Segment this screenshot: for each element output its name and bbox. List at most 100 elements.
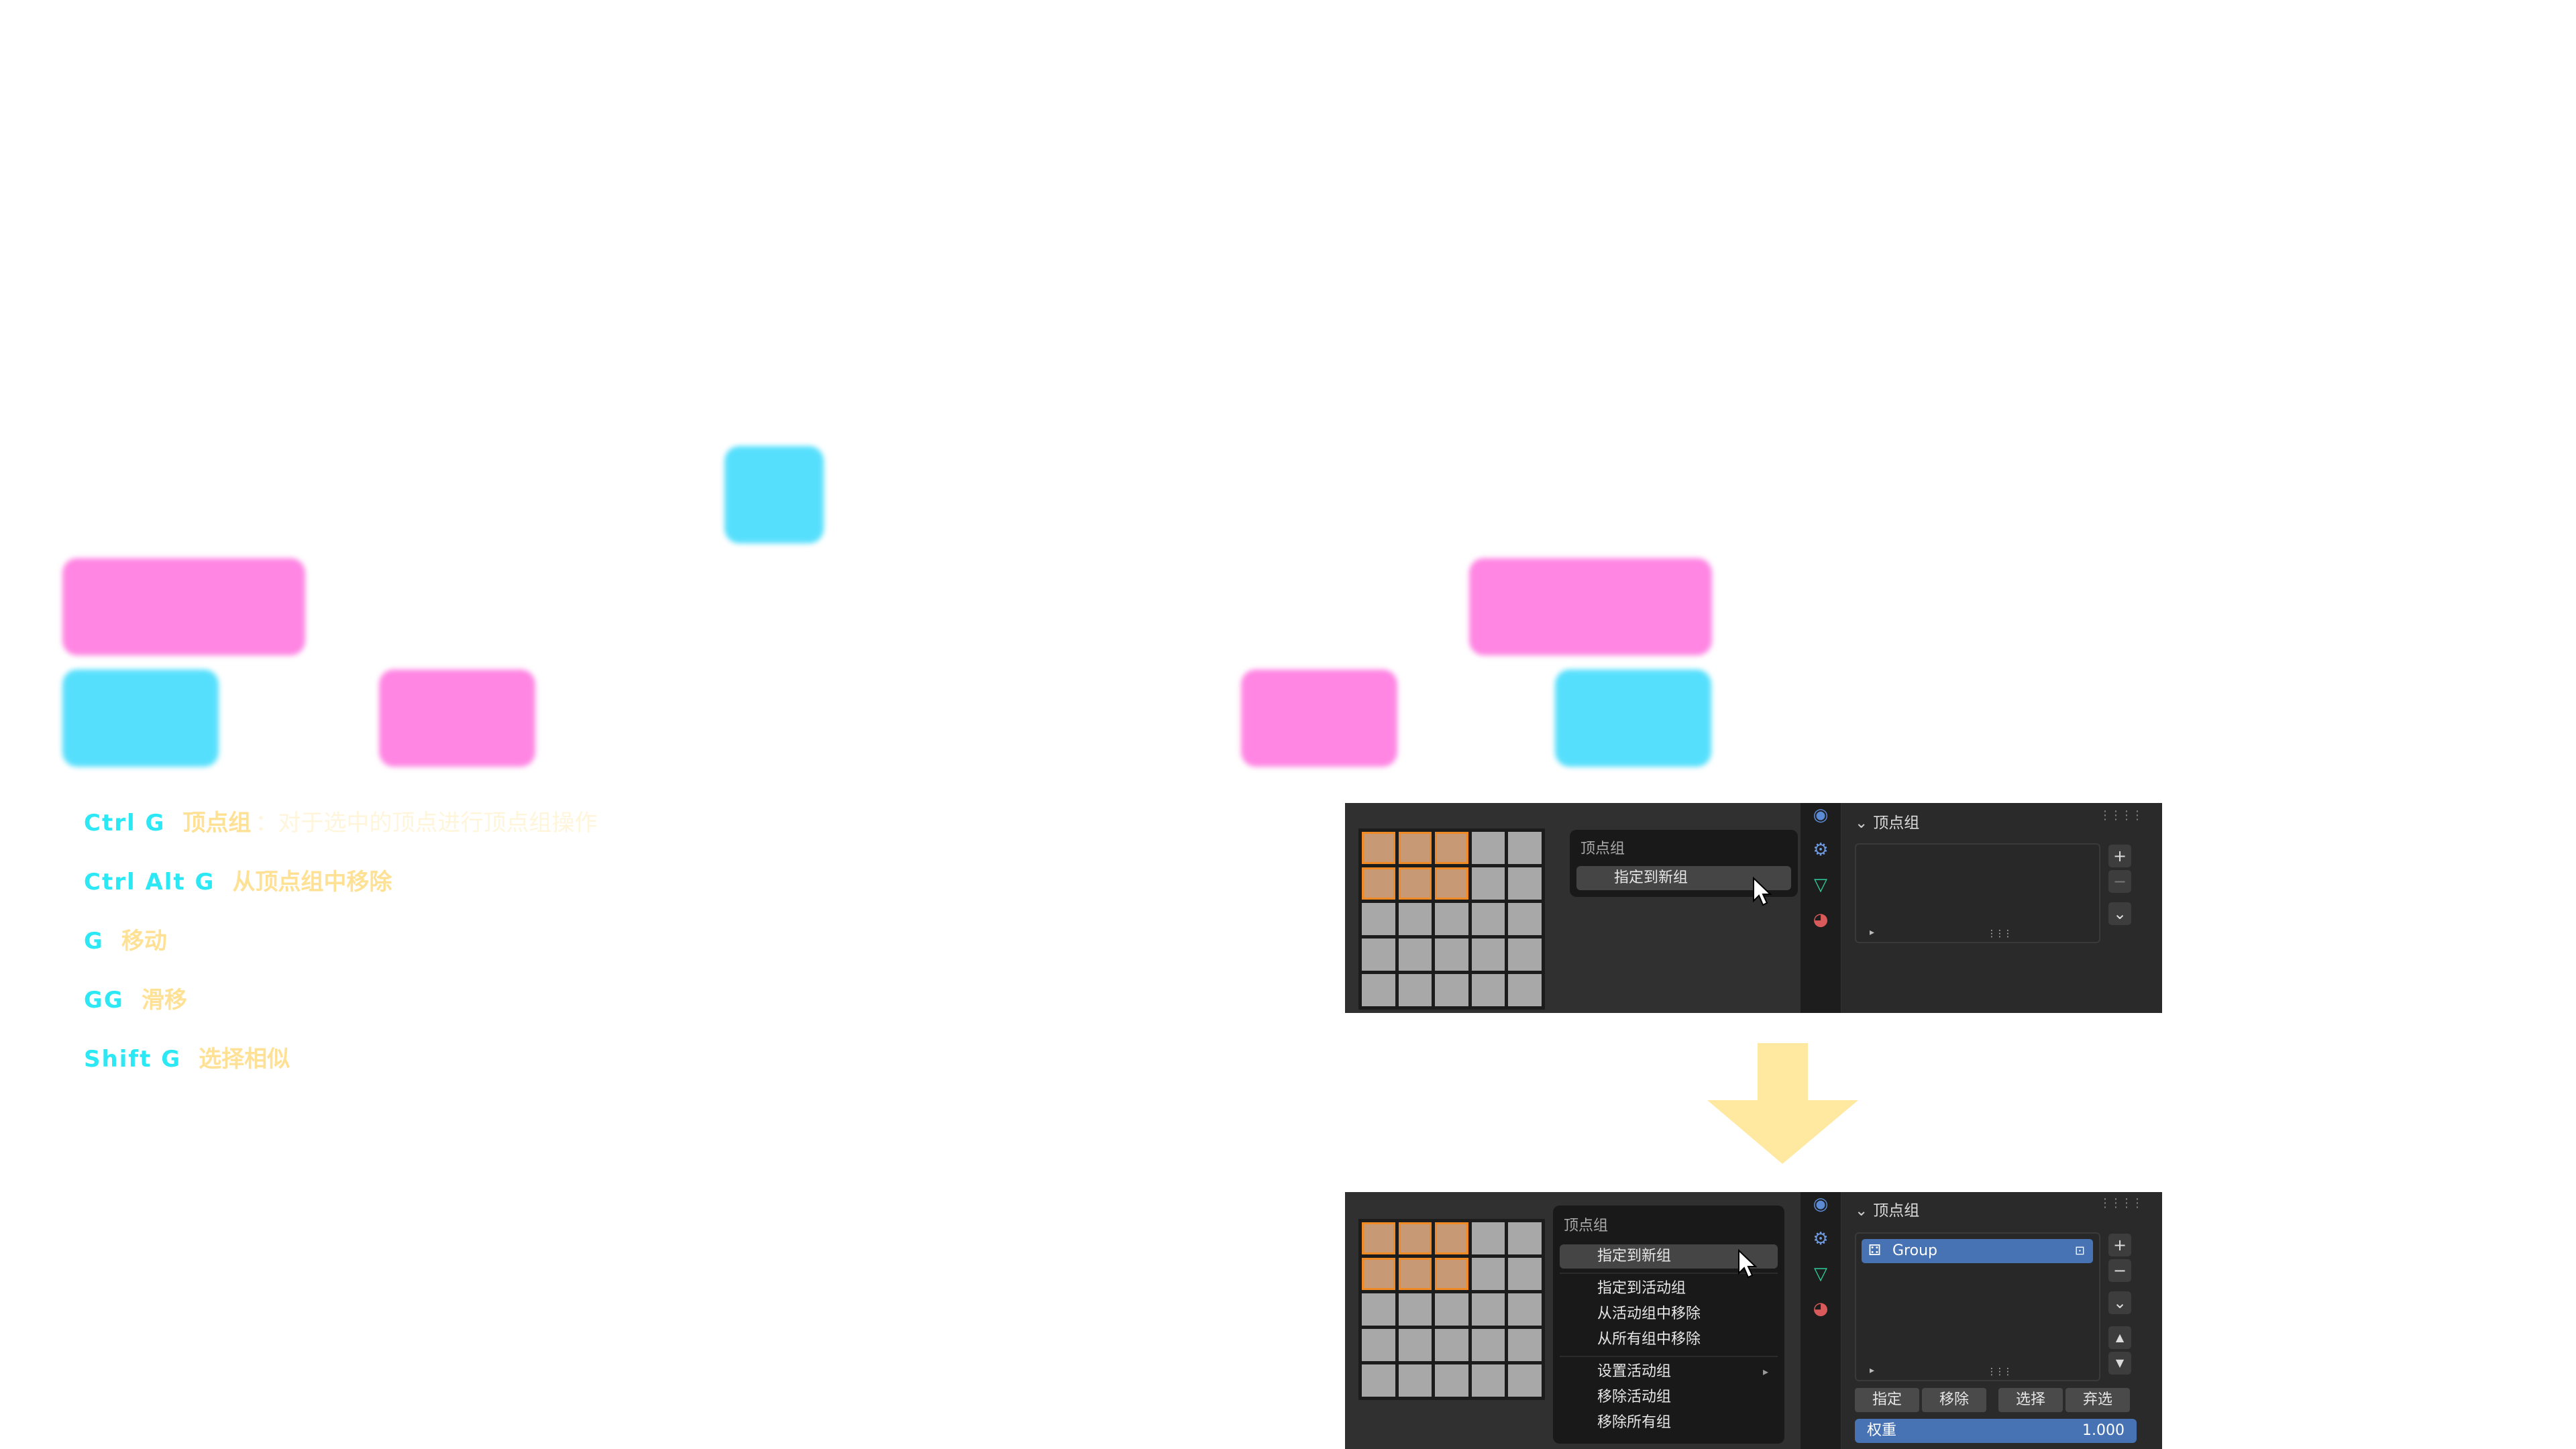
mesh-face[interactable] xyxy=(1471,1329,1505,1361)
object-tab-icon[interactable]: ◉ xyxy=(1809,803,1833,827)
mesh-face[interactable] xyxy=(1435,938,1468,971)
mesh-face[interactable] xyxy=(1471,832,1505,864)
vertex-group-list[interactable]: ⚃ Group ⊡ ▸ ⋮⋮⋮ xyxy=(1855,1232,2100,1381)
deselect-button[interactable]: 弃选 xyxy=(2065,1388,2130,1412)
mesh-face[interactable] xyxy=(1362,1364,1395,1397)
mesh-face[interactable] xyxy=(1362,1222,1395,1254)
properties-panel: ⌄ 顶点组 ⋮⋮⋮⋮ ▸ ⋮⋮⋮ + − ⌄ xyxy=(1841,803,2162,1013)
lock-icon[interactable]: ⊡ xyxy=(2075,1239,2085,1263)
mesh-face[interactable] xyxy=(1398,1329,1432,1361)
mesh-face[interactable] xyxy=(1435,1222,1468,1254)
modifier-tab-icon[interactable]: ⚙ xyxy=(1809,838,1833,862)
remove-button[interactable]: 移除 xyxy=(1922,1388,1986,1412)
add-group-button[interactable]: + xyxy=(2108,845,2131,867)
weight-slider[interactable]: 权重 1.000 xyxy=(1855,1419,2137,1443)
mesh-face[interactable] xyxy=(1362,832,1395,864)
mesh-face[interactable] xyxy=(1398,974,1432,1006)
mesh-data-tab-icon[interactable]: ▽ xyxy=(1809,873,1833,897)
mesh-face[interactable] xyxy=(1435,1364,1468,1397)
menu-item-remove-from-active[interactable]: 从活动组中移除 xyxy=(1560,1302,1778,1326)
material-tab-icon[interactable]: ◕ xyxy=(1809,1297,1833,1321)
mesh-face[interactable] xyxy=(1471,1258,1505,1290)
mesh-face[interactable] xyxy=(1508,832,1542,864)
mesh-face[interactable] xyxy=(1362,938,1395,971)
select-button[interactable]: 选择 xyxy=(1998,1388,2063,1412)
vertex-groups-header[interactable]: ⌄ 顶点组 xyxy=(1855,810,1919,833)
mesh-face[interactable] xyxy=(1435,832,1468,864)
specials-menu-button[interactable]: ⌄ xyxy=(2108,1291,2131,1314)
hotkey-row-g: G 移动 xyxy=(84,926,167,956)
mesh-face[interactable] xyxy=(1508,1293,1542,1326)
vertex-groups-header[interactable]: ⌄ 顶点组 xyxy=(1855,1197,1919,1220)
assign-button[interactable]: 指定 xyxy=(1855,1388,1919,1412)
mesh-face[interactable] xyxy=(1471,903,1505,935)
mesh-face[interactable] xyxy=(1471,1364,1505,1397)
vertex-group-list[interactable]: ▸ ⋮⋮⋮ xyxy=(1855,843,2100,943)
mesh-face[interactable] xyxy=(1471,938,1505,971)
play-icon[interactable]: ▸ xyxy=(1870,927,1874,938)
mesh-face[interactable] xyxy=(1508,903,1542,935)
menu-item-set-active-group[interactable]: 设置活动组 ▸ xyxy=(1560,1360,1778,1384)
mesh-face[interactable] xyxy=(1435,1258,1468,1290)
specials-menu-button[interactable]: ⌄ xyxy=(2108,902,2131,925)
resize-handle-icon[interactable]: ⋮⋮⋮ xyxy=(1987,1366,2012,1377)
hotkey-key: GG xyxy=(84,987,124,1014)
mesh-face[interactable] xyxy=(1435,974,1468,1006)
mesh-data-tab-icon[interactable]: ▽ xyxy=(1809,1262,1833,1286)
weight-label: 权重 xyxy=(1867,1422,1897,1439)
mesh-face[interactable] xyxy=(1435,867,1468,900)
mesh-face[interactable] xyxy=(1398,832,1432,864)
pink-block-right-wide xyxy=(1469,558,1712,655)
mesh-grid[interactable] xyxy=(1358,828,1545,1010)
vertex-group-row[interactable]: ⚃ Group ⊡ xyxy=(1862,1239,2093,1263)
move-down-button[interactable]: ▼ xyxy=(2108,1352,2131,1375)
mesh-face[interactable] xyxy=(1508,974,1542,1006)
mesh-face[interactable] xyxy=(1508,1222,1542,1254)
remove-group-button[interactable]: − xyxy=(2108,870,2131,893)
mesh-face[interactable] xyxy=(1362,903,1395,935)
mesh-face[interactable] xyxy=(1435,1293,1468,1326)
mesh-face[interactable] xyxy=(1398,1258,1432,1290)
mesh-face[interactable] xyxy=(1362,867,1395,900)
mesh-face[interactable] xyxy=(1398,903,1432,935)
mesh-face[interactable] xyxy=(1471,867,1505,900)
mesh-grid[interactable] xyxy=(1358,1219,1545,1400)
mesh-face[interactable] xyxy=(1471,1293,1505,1326)
remove-group-button[interactable]: − xyxy=(2108,1259,2131,1282)
mesh-face[interactable] xyxy=(1362,1258,1395,1290)
pink-block-left-wide xyxy=(62,558,305,655)
mesh-face[interactable] xyxy=(1362,1293,1395,1326)
menu-item-remove-from-all[interactable]: 从所有组中移除 xyxy=(1560,1328,1778,1352)
mesh-face[interactable] xyxy=(1362,974,1395,1006)
add-group-button[interactable]: + xyxy=(2108,1234,2131,1256)
move-up-button[interactable]: ▲ xyxy=(2108,1326,2131,1349)
mesh-face[interactable] xyxy=(1362,1329,1395,1361)
resize-handle-icon[interactable]: ⋮⋮⋮ xyxy=(1987,928,2012,939)
mesh-face[interactable] xyxy=(1508,1329,1542,1361)
menu-item-remove-active-group[interactable]: 移除活动组 xyxy=(1560,1385,1778,1409)
mesh-face[interactable] xyxy=(1435,1329,1468,1361)
drag-handle-icon[interactable]: ⋮⋮⋮⋮ xyxy=(2099,1196,2143,1210)
mesh-face[interactable] xyxy=(1398,1364,1432,1397)
blender-panel-before: 顶点组 指定到新组 ◉ ⚙ ▽ ◕ ⌄ 顶点组 ⋮⋮⋮⋮ ▸ ⋮⋮⋮ + − ⌄ xyxy=(1345,803,2162,1013)
mesh-face[interactable] xyxy=(1471,1222,1505,1254)
mesh-face[interactable] xyxy=(1508,1364,1542,1397)
mesh-face[interactable] xyxy=(1508,1258,1542,1290)
drag-handle-icon[interactable]: ⋮⋮⋮⋮ xyxy=(2099,808,2143,822)
object-tab-icon[interactable]: ◉ xyxy=(1809,1192,1833,1216)
mesh-face[interactable] xyxy=(1508,938,1542,971)
mesh-face[interactable] xyxy=(1398,938,1432,971)
mesh-face[interactable] xyxy=(1398,1222,1432,1254)
mesh-face[interactable] xyxy=(1398,867,1432,900)
mesh-face[interactable] xyxy=(1508,867,1542,900)
play-icon[interactable]: ▸ xyxy=(1870,1365,1874,1376)
menu-item-remove-all-groups[interactable]: 移除所有组 xyxy=(1560,1411,1778,1435)
pink-block-right xyxy=(1241,669,1397,767)
cyan-block-top xyxy=(724,446,824,543)
mesh-face[interactable] xyxy=(1435,903,1468,935)
properties-tabs: ◉ ⚙ ▽ ◕ xyxy=(1801,803,1841,1013)
mesh-face[interactable] xyxy=(1398,1293,1432,1326)
modifier-tab-icon[interactable]: ⚙ xyxy=(1809,1227,1833,1251)
material-tab-icon[interactable]: ◕ xyxy=(1809,908,1833,932)
mesh-face[interactable] xyxy=(1471,974,1505,1006)
